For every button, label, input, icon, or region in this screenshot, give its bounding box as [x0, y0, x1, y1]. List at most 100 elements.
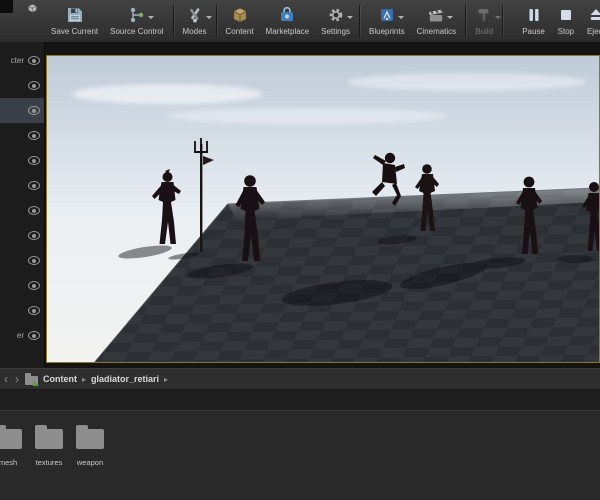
breadcrumb-item[interactable]: Content [43, 374, 77, 384]
save-current-button[interactable]: Save Current [45, 0, 104, 42]
toolbar-button-label: Eject [586, 26, 600, 36]
build-button[interactable]: Build [469, 0, 502, 42]
eye-icon[interactable] [28, 231, 40, 240]
toolbar-separator [172, 5, 174, 37]
outliner-row[interactable] [0, 148, 44, 173]
eye-icon[interactable] [28, 206, 40, 215]
outliner-row[interactable] [0, 273, 44, 298]
toolbar-button-label: Cinematics [416, 26, 457, 36]
breadcrumb-separator-icon: ▸ [164, 374, 169, 384]
eye-icon[interactable] [28, 306, 40, 315]
sources-folder-icon[interactable] [25, 372, 39, 386]
folder-label: mesh [0, 458, 18, 467]
folder-icon [76, 425, 104, 449]
folder-label: textures [35, 458, 63, 467]
blueprints-icon [378, 6, 404, 24]
toolbar-button-label: Modes [182, 26, 207, 36]
toolbar-button-label: Content [225, 26, 254, 36]
eye-icon[interactable] [28, 256, 40, 265]
outliner-row-label: er [16, 331, 24, 340]
toolbar-button-label: Pause [522, 26, 545, 36]
eye-icon[interactable] [28, 81, 40, 90]
breadcrumb-separator-icon: ▸ [82, 374, 87, 384]
dropdown-caret-icon [495, 15, 502, 22]
stop-icon [557, 6, 575, 24]
toolbar-separator [465, 5, 467, 37]
outliner-row-label: cter [10, 56, 24, 65]
toolbar-button-label: Marketplace [265, 26, 310, 36]
modes-button[interactable]: Modes [177, 0, 213, 42]
content-browser-icon [231, 6, 249, 24]
breadcrumb-item[interactable]: gladiator_retiari [91, 374, 159, 384]
eye-icon[interactable] [28, 56, 40, 65]
toolbar-button-label: Settings [321, 26, 351, 36]
settings-button[interactable]: Settings [315, 0, 356, 42]
toolbar-button-label: Stop [557, 26, 575, 36]
clapperboard-icon [427, 6, 454, 24]
save-icon [66, 6, 84, 24]
dropdown-caret-icon [205, 15, 212, 22]
source-control-button[interactable]: Source Control [104, 0, 169, 42]
viewport[interactable] [46, 55, 600, 363]
toolbar-button-label: Save Current [51, 26, 99, 36]
marketplace-button[interactable]: Marketplace [260, 0, 316, 42]
outliner-row[interactable] [0, 98, 44, 123]
breadcrumb: Content ▸ gladiator_retiari ▸ [43, 374, 168, 384]
folder-item[interactable]: weapon [70, 423, 110, 467]
viewport-scene[interactable] [47, 56, 599, 362]
folder-icon [35, 425, 63, 449]
eye-icon[interactable] [28, 106, 40, 115]
cinematics-button[interactable]: Cinematics [411, 0, 463, 42]
dropdown-caret-icon [447, 15, 454, 22]
main-toolbar: Save Current Source Control Modes Conten… [0, 0, 600, 43]
outliner-row[interactable] [0, 223, 44, 248]
outliner-row[interactable] [0, 198, 44, 223]
outliner-row[interactable] [0, 298, 44, 323]
outliner-row[interactable] [0, 173, 44, 198]
dropdown-caret-icon [147, 15, 154, 22]
content-browser-path-bar: ‹ › Content ▸ gladiator_retiari ▸ [0, 368, 600, 390]
folder-item[interactable]: textures [29, 423, 69, 467]
dropdown-caret-icon [397, 15, 404, 22]
toolbar-button-label: Source Control [110, 26, 164, 36]
content-browser-filter-strip [0, 390, 600, 411]
toolbar-separator [359, 5, 361, 37]
asset-grid: mesh textures weapon [0, 411, 600, 500]
eye-icon[interactable] [28, 331, 40, 340]
toolbar-separator [502, 5, 504, 37]
blueprints-button[interactable]: Blueprints [363, 0, 411, 42]
eye-icon[interactable] [28, 156, 40, 165]
toolbar-left-stub [0, 0, 45, 42]
outliner-row[interactable] [0, 248, 44, 273]
eye-icon[interactable] [28, 131, 40, 140]
outliner-row[interactable] [0, 123, 44, 148]
history-forward-icon[interactable]: › [14, 373, 20, 385]
window-corner-stub [0, 0, 13, 13]
history-back-icon[interactable]: ‹ [3, 373, 9, 385]
content-button[interactable]: Content [220, 0, 260, 42]
toolbar-buttons: Save Current Source Control Modes Conten… [45, 0, 600, 42]
build-hammer-icon [475, 6, 502, 24]
eye-icon[interactable] [28, 281, 40, 290]
toolbar-button-label: Build [475, 26, 494, 36]
pause-icon [525, 6, 543, 24]
outliner-row[interactable]: cter [0, 48, 44, 73]
outliner-row[interactable]: er [0, 323, 44, 348]
cube-icon [28, 3, 37, 13]
folder-item[interactable]: mesh [0, 423, 28, 467]
source-control-icon [128, 6, 154, 24]
folder-icon [0, 425, 22, 449]
pause-button[interactable]: Pause [516, 0, 551, 42]
modes-icon [186, 6, 212, 24]
gear-icon [327, 6, 353, 24]
eye-icon[interactable] [28, 181, 40, 190]
outliner-panel: cter er [0, 42, 45, 368]
stop-button[interactable]: Stop [551, 0, 581, 42]
folder-label: weapon [76, 458, 104, 467]
toolbar-separator [215, 5, 217, 37]
dropdown-caret-icon [346, 15, 353, 22]
toolbar-button-label: Blueprints [369, 26, 405, 36]
marketplace-icon [278, 6, 296, 24]
outliner-row[interactable] [0, 73, 44, 98]
eject-button[interactable]: Eject [581, 0, 600, 42]
